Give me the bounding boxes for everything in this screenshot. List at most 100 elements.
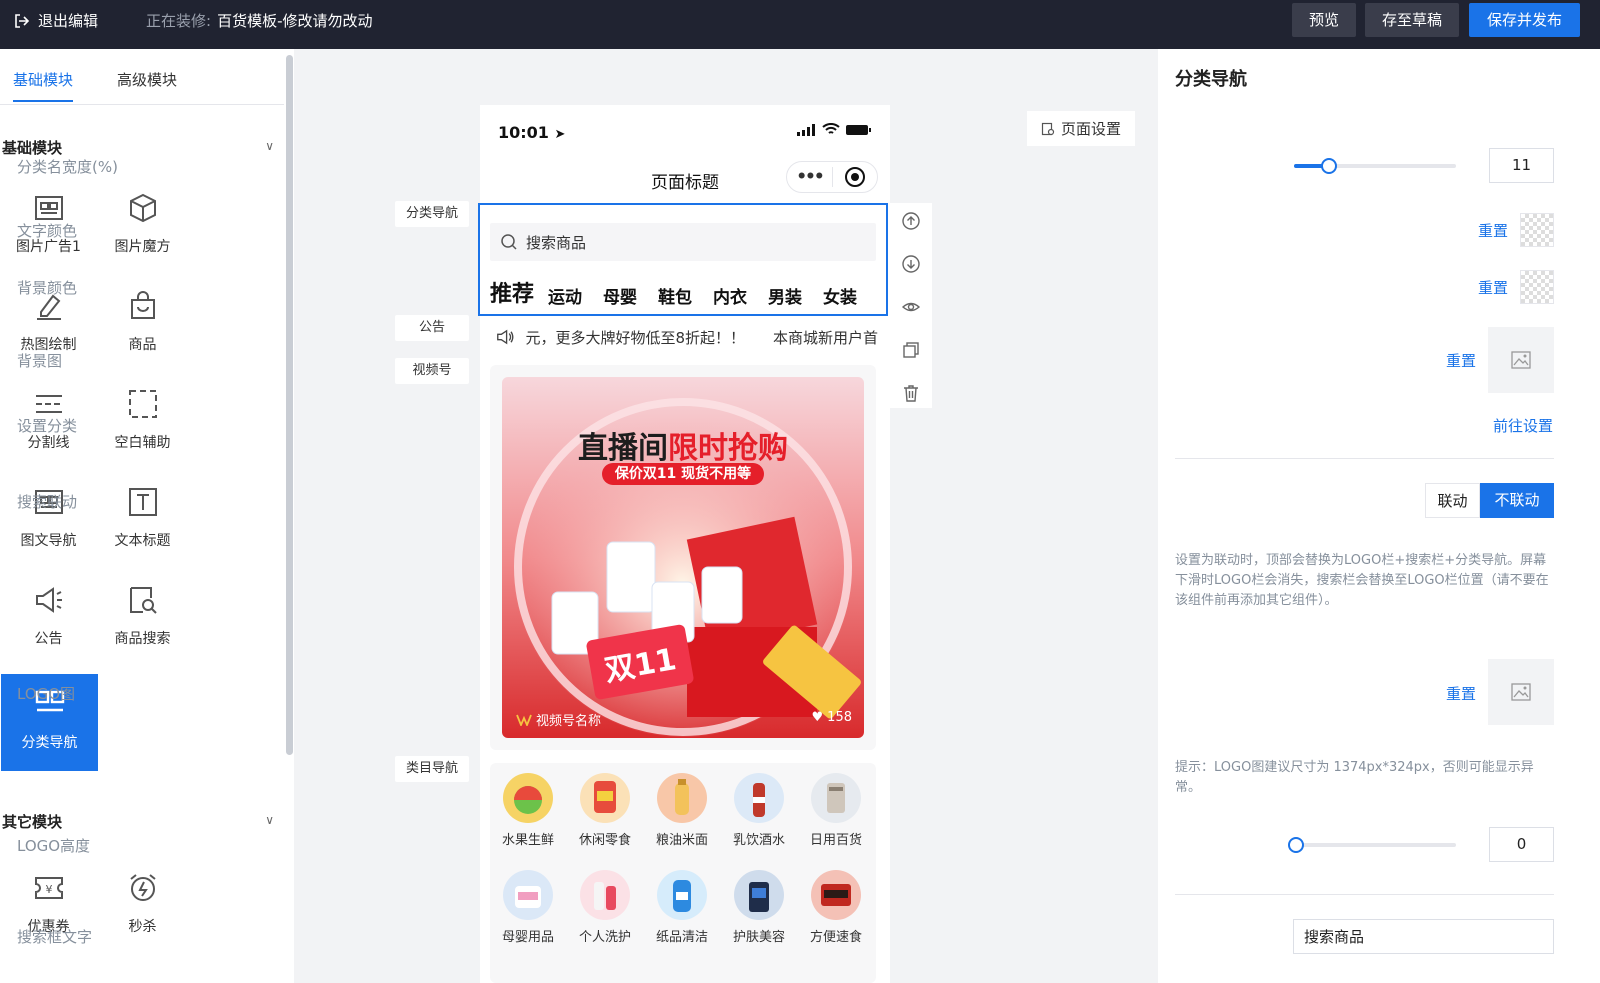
- canvas-label-category[interactable]: 类目导航: [395, 756, 469, 782]
- more-dots-icon[interactable]: •••: [787, 167, 832, 187]
- logo-image-label: LOGO图: [17, 685, 76, 703]
- module-label: 分类导航: [21, 735, 78, 751]
- slider-knob[interactable]: [1288, 837, 1304, 853]
- grid-item[interactable]: 水果生鲜: [492, 773, 564, 848]
- logo-image-reset[interactable]: 重置: [1446, 683, 1476, 704]
- alarm-clock-icon: [129, 874, 156, 901]
- save-draft-button[interactable]: 存至草稿: [1365, 3, 1459, 37]
- grid-label: 乳饮酒水: [732, 833, 785, 848]
- exit-edit-button[interactable]: 退出编辑: [14, 10, 98, 31]
- slider-knob[interactable]: [1321, 158, 1337, 174]
- bg-image-upload[interactable]: [1488, 327, 1554, 393]
- preview-button[interactable]: 预览: [1292, 3, 1356, 37]
- grid-item[interactable]: 护肤美容: [723, 870, 795, 945]
- banner-subtitle: 保价双11 现货不用等: [602, 463, 764, 485]
- module-blank[interactable]: 空白辅助: [94, 370, 191, 467]
- basic-section-header[interactable]: 基础模块 ∨: [2, 137, 278, 158]
- module-label: 商品搜索: [114, 631, 171, 647]
- grid-item[interactable]: 乳饮酒水: [723, 773, 795, 848]
- divider: [1175, 458, 1554, 459]
- bg-color-label: 背景颜色: [17, 279, 78, 297]
- status-time: 10:01 ➤: [498, 123, 565, 142]
- search-link-hint: 设置为联动时，顶部会替换为LOGO栏+搜索栏+分类导航。屏幕下滑时LOGO栏会消…: [1175, 553, 1549, 608]
- module-label: 图文导航: [20, 533, 77, 549]
- grid-label: 粮油米面: [655, 833, 708, 848]
- page-settings-label: 页面设置: [1060, 120, 1121, 138]
- no-link-option[interactable]: 不联动: [1480, 483, 1554, 518]
- grid-label: 护肤美容: [732, 930, 785, 945]
- go-settings-link[interactable]: 前往设置: [1493, 415, 1553, 436]
- heart-icon: ♥: [811, 710, 824, 725]
- link-option[interactable]: 联动: [1425, 483, 1480, 518]
- grid-label: 纸品清洁: [655, 930, 708, 945]
- module-image-cube[interactable]: 图片魔方: [94, 174, 191, 271]
- exit-icon: [15, 13, 30, 28]
- notice-text-2: 本商城新用户首: [772, 328, 878, 347]
- search-text-label: 搜索框文字: [17, 928, 93, 946]
- canvas-label-notice[interactable]: 公告: [395, 315, 469, 341]
- logo-height-input[interactable]: 0: [1489, 827, 1554, 862]
- module-label: 文本标题: [114, 533, 171, 549]
- canvas-label-video[interactable]: 视频号: [395, 358, 469, 384]
- mini-program-capsule: •••: [786, 161, 878, 193]
- logo-height-slider[interactable]: [1288, 837, 1456, 853]
- blank-space-icon: [128, 390, 157, 418]
- goods-search-icon: [129, 587, 157, 614]
- move-down-icon[interactable]: [901, 254, 921, 274]
- module-text-title[interactable]: 文本标题: [94, 468, 191, 565]
- component-toolbar: [890, 203, 932, 408]
- move-up-icon[interactable]: [901, 211, 921, 231]
- selected-component-outline[interactable]: [478, 203, 888, 316]
- bg-color-reset[interactable]: 重置: [1478, 277, 1508, 298]
- module-goods[interactable]: 商品: [94, 272, 191, 369]
- page-settings-button[interactable]: 页面设置: [1027, 111, 1135, 146]
- module-flash-sale[interactable]: 秒杀: [94, 854, 191, 951]
- other-section-header[interactable]: 其它模块 ∨: [2, 811, 278, 832]
- module-label: 图片魔方: [114, 239, 171, 255]
- battery-icon: [846, 124, 871, 135]
- canvas-label-category-nav[interactable]: 分类导航: [395, 201, 469, 227]
- text-color-swatch[interactable]: [1520, 213, 1554, 247]
- image-placeholder-icon: [1511, 351, 1531, 369]
- category-grid: 水果生鲜 休闲零食 粮油米面 乳饮酒水 日用百货 母婴用品 个人洗护 纸品清洁 …: [490, 763, 876, 983]
- eye-icon[interactable]: [901, 297, 921, 317]
- logo-image-upload[interactable]: [1488, 659, 1554, 725]
- module-image-nav[interactable]: 图文导航: [0, 468, 97, 565]
- tab-advanced-modules[interactable]: 高级模块: [117, 69, 177, 90]
- scrollbar-thumb[interactable]: [286, 55, 293, 755]
- bg-color-swatch[interactable]: [1520, 270, 1554, 304]
- search-text-input[interactable]: [1293, 919, 1554, 954]
- editing-prefix: 正在装修:: [146, 12, 212, 30]
- grid-item[interactable]: 纸品清洁: [646, 870, 718, 945]
- name-width-input[interactable]: 11: [1489, 148, 1554, 183]
- tab-basic-modules[interactable]: 基础模块: [13, 69, 74, 102]
- search-link-label: 搜索联动: [17, 493, 78, 511]
- grid-item[interactable]: 粮油米面: [646, 773, 718, 848]
- save-publish-button[interactable]: 保存并发布: [1469, 3, 1580, 37]
- video-name-text: 视频号名称: [536, 714, 602, 729]
- banner-title-b: 限时抢购: [668, 431, 788, 466]
- grid-item[interactable]: 方便速食: [800, 870, 872, 945]
- grid-item[interactable]: 个人洗护: [569, 870, 641, 945]
- grid-item[interactable]: 日用百货: [800, 773, 872, 848]
- top-bar: 退出编辑 正在装修: 百货模板-修改请勿改动 预览 存至草稿 保存并发布: [0, 0, 1600, 49]
- grid-item[interactable]: 母婴用品: [492, 870, 564, 945]
- close-target-icon[interactable]: [831, 167, 877, 187]
- text-color-reset[interactable]: 重置: [1478, 220, 1508, 241]
- copy-icon[interactable]: [901, 340, 921, 360]
- left-scrollbar[interactable]: [284, 49, 294, 983]
- grid-label: 日用百货: [809, 833, 862, 848]
- trash-icon[interactable]: [901, 383, 921, 403]
- logo-height-label: LOGO高度: [17, 837, 91, 855]
- grid-item[interactable]: 休闲零食: [569, 773, 641, 848]
- chevron-down-icon: ∨: [265, 139, 274, 153]
- video-banner[interactable]: 双11 直播间限时抢购 保价双11 现货不用等 视频号名称 ♥ 158: [502, 377, 864, 738]
- notice-bar[interactable]: 元，更多大牌好物低至8折起！！ 本商城新用户首: [496, 326, 878, 348]
- banner-title-a: 直播间: [578, 431, 668, 466]
- text-color-label: 文字颜色: [17, 222, 78, 240]
- module-notice[interactable]: 公告: [0, 566, 97, 663]
- name-width-slider[interactable]: [1294, 158, 1456, 174]
- module-goods-search[interactable]: 商品搜索: [94, 566, 191, 663]
- bg-image-reset[interactable]: 重置: [1446, 350, 1476, 371]
- cube-icon: [129, 193, 156, 223]
